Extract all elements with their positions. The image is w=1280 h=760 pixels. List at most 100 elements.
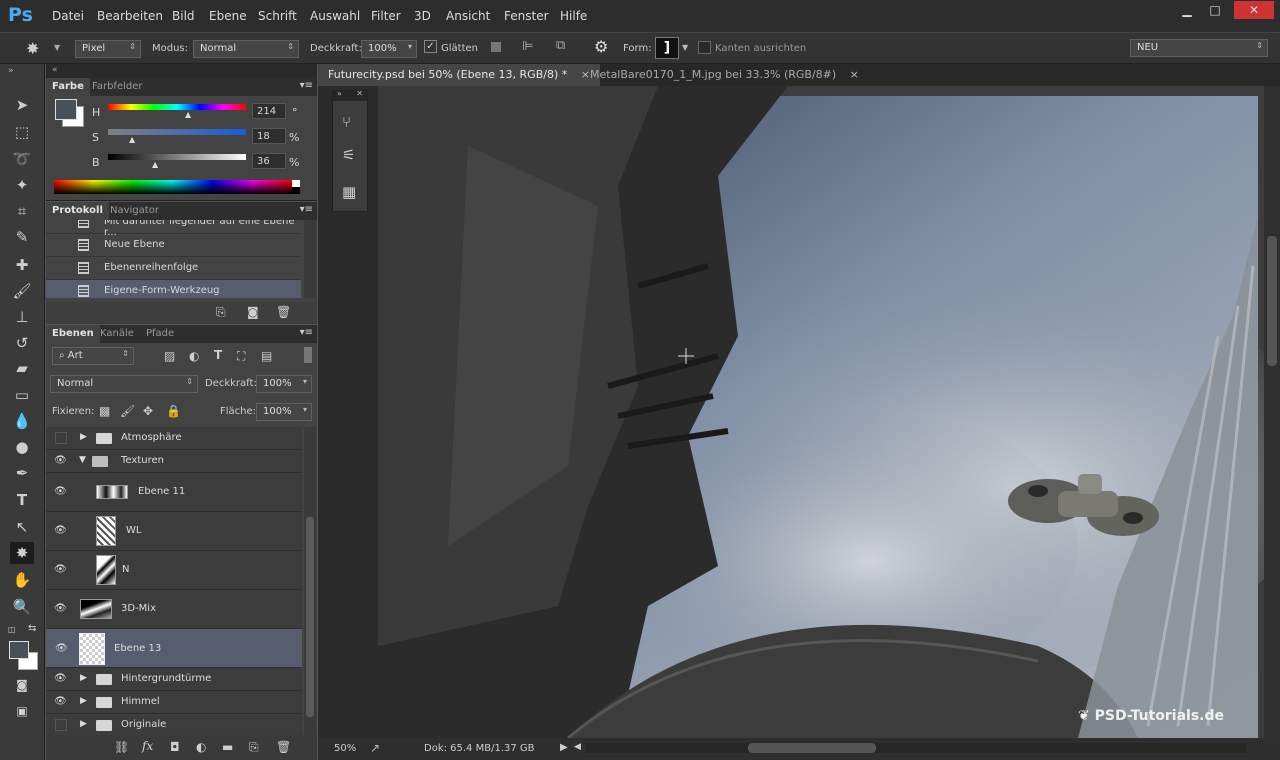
adjustment-layer-icon[interactable]: ◐ (196, 740, 206, 754)
menu-auswahl[interactable]: Auswahl (310, 9, 360, 23)
layer-group-hintergrundtuerme[interactable]: 👁 ▶ Hintergrundtürme (46, 668, 302, 691)
close-tab-icon[interactable]: × (850, 68, 859, 81)
scroll-left-icon[interactable]: ◀ (574, 742, 581, 752)
expand-arrow-icon[interactable]: ▶ (80, 719, 87, 729)
visibility-toggle[interactable] (55, 719, 67, 731)
new-group-icon[interactable]: ▬ (222, 740, 233, 754)
maximize-button[interactable]: □ (1200, 1, 1230, 19)
menu-hilfe[interactable]: Hilfe (560, 9, 587, 23)
panel-menu-icon[interactable]: ▾≡ (300, 80, 313, 91)
menu-3d[interactable]: 3D (414, 9, 431, 23)
minimize-button[interactable]: ▁ (1172, 1, 1202, 19)
shape-layer-filter-icon[interactable]: ⛶ (237, 349, 245, 364)
history-item[interactable]: Ebenenreihenfolge (46, 257, 301, 280)
layer-n[interactable]: 👁 N (46, 551, 302, 590)
new-document-from-state-icon[interactable]: ⎘ (216, 305, 226, 320)
eye-icon[interactable]: 👁 (54, 564, 68, 575)
eye-icon[interactable]: 👁 (54, 486, 68, 497)
blend-mode-select[interactable]: Normal ⇕ (50, 375, 198, 393)
path-arrangement-icon[interactable]: ⧉ (556, 38, 565, 53)
history-scrollbar[interactable] (304, 220, 316, 298)
eye-icon[interactable]: 👁 (54, 603, 68, 614)
stamp-tool-icon[interactable]: ⊥ (10, 306, 34, 328)
opacity-input[interactable]: 100% ▾ (361, 40, 417, 58)
smooth-checkbox[interactable]: ✓ (424, 40, 437, 53)
eye-icon[interactable]: 👁 (54, 696, 68, 707)
tab-pfade[interactable]: Pfade (140, 325, 180, 343)
tab-ebenen[interactable]: Ebenen (46, 325, 100, 343)
zoom-tool-icon[interactable]: 🔍 (10, 596, 34, 618)
expand-arrow-icon[interactable]: ▶ (80, 673, 87, 683)
pixel-layer-filter-icon[interactable]: ▨ (164, 349, 175, 363)
lasso-tool-icon[interactable]: ➰ (10, 148, 34, 170)
mode-select[interactable]: Pixel ⇕ (75, 40, 141, 58)
horizontal-scroll-thumb[interactable] (748, 743, 876, 753)
collapse-icon[interactable]: » (337, 89, 342, 98)
tab-protokoll[interactable]: Protokoll (46, 202, 109, 220)
expand-arrow-icon[interactable]: ▶ (80, 432, 87, 442)
layer-ebene-13[interactable]: 👁 Ebene 13 (46, 629, 302, 668)
type-layer-filter-icon[interactable]: T (214, 348, 222, 362)
lock-pixels-icon[interactable]: 🖌 (120, 404, 135, 418)
menu-bild[interactable]: Bild (172, 9, 195, 23)
horizontal-scrollbar[interactable] (586, 743, 1246, 753)
share-icon[interactable]: ↗ (370, 741, 380, 755)
hue-slider[interactable] (108, 104, 246, 110)
path-selection-tool-icon[interactable]: ↖ (10, 516, 34, 538)
type-tool-icon[interactable]: T (10, 489, 34, 511)
pen-tool-icon[interactable]: ✒ (10, 462, 34, 484)
zoom-level[interactable]: 50% (334, 743, 356, 754)
layer-wl[interactable]: 👁 WL (46, 512, 302, 551)
history-item[interactable]: Mit darunter liegender auf eine Ebene r.… (46, 220, 301, 238)
tool-preset-chevron-icon[interactable]: ▼ (54, 43, 60, 52)
layer-3d-mix[interactable]: 👁 3D-Mix (46, 590, 302, 629)
tab-kanaele[interactable]: Kanäle (94, 325, 140, 343)
panel-menu-icon[interactable]: ▾≡ (300, 204, 313, 215)
menu-ansicht[interactable]: Ansicht (446, 9, 490, 23)
s-input[interactable]: 18 (252, 128, 286, 144)
marquee-tool-icon[interactable]: ⬚ (10, 121, 34, 143)
layer-filter-select[interactable]: ⌕ Art ⇕ (52, 347, 134, 365)
history-brush-tool-icon[interactable]: ↺ (10, 332, 34, 354)
eye-icon[interactable]: 👁 (54, 525, 68, 536)
collapse-arrow-icon[interactable]: ▼ (79, 455, 86, 465)
blur-tool-icon[interactable]: 💧 (10, 410, 34, 432)
layer-group-atmosphaere[interactable]: ▶ Atmosphäre (46, 427, 302, 450)
b-input[interactable]: 36 (252, 153, 286, 169)
dodge-tool-icon[interactable]: ● (10, 436, 34, 458)
lock-transparency-icon[interactable]: ▩ (99, 404, 110, 418)
h-input[interactable]: 214 (252, 103, 286, 119)
black-swatch[interactable] (292, 187, 300, 194)
filter-toggle[interactable] (304, 347, 312, 363)
menu-ebene[interactable]: Ebene (209, 9, 247, 23)
menu-schrift[interactable]: Schrift (258, 9, 297, 23)
custom-shape-tool-icon[interactable]: ✸ (26, 39, 39, 58)
trash-icon[interactable]: 🗑 (276, 740, 291, 754)
3d-panel-icon[interactable]: ▦ (342, 183, 356, 201)
layer-opacity-input[interactable]: 100% ▾ (256, 375, 312, 393)
white-swatch[interactable] (292, 180, 300, 187)
new-layer-icon[interactable]: ⎘ (249, 740, 259, 755)
brightness-slider-handle[interactable]: ▲ (152, 160, 158, 169)
modus-select[interactable]: Normal ⇕ (193, 40, 299, 58)
close-button[interactable]: ✕ (1234, 1, 1274, 19)
hand-tool-icon[interactable]: ✋ (10, 569, 34, 591)
history-item[interactable]: Neue Ebene (46, 234, 301, 257)
layer-ebene-11[interactable]: 👁 Ebene 11 (46, 473, 302, 512)
quick-mask-icon[interactable]: ◙ (10, 674, 34, 696)
tab-farbfelder[interactable]: Farbfelder (86, 78, 148, 96)
menu-filter[interactable]: Filter (371, 9, 401, 23)
tool-presets-icon[interactable]: ⚟ (342, 146, 355, 164)
chevron-down-icon[interactable]: ▼ (682, 43, 688, 52)
collapse-icon[interactable]: » (8, 66, 14, 76)
menu-bearbeiten[interactable]: Bearbeiten (97, 9, 163, 23)
layer-group-originale[interactable]: ▶ Originale (46, 714, 302, 735)
color-spectrum-bar[interactable] (54, 180, 292, 194)
history-item-selected[interactable]: Eigene-Form-Werkzeug (46, 280, 301, 298)
tab-navigator[interactable]: Navigator (104, 202, 165, 220)
workspace-select[interactable]: NEU ⇕ (1130, 39, 1268, 57)
tab-futurecity[interactable]: Futurecity.psd bei 50% (Ebene 13, RGB/8)… (318, 64, 600, 86)
fx-icon[interactable]: fx (142, 739, 153, 753)
eye-icon[interactable]: 👁 (55, 643, 69, 654)
link-layers-icon[interactable]: ⛓ (114, 740, 129, 754)
